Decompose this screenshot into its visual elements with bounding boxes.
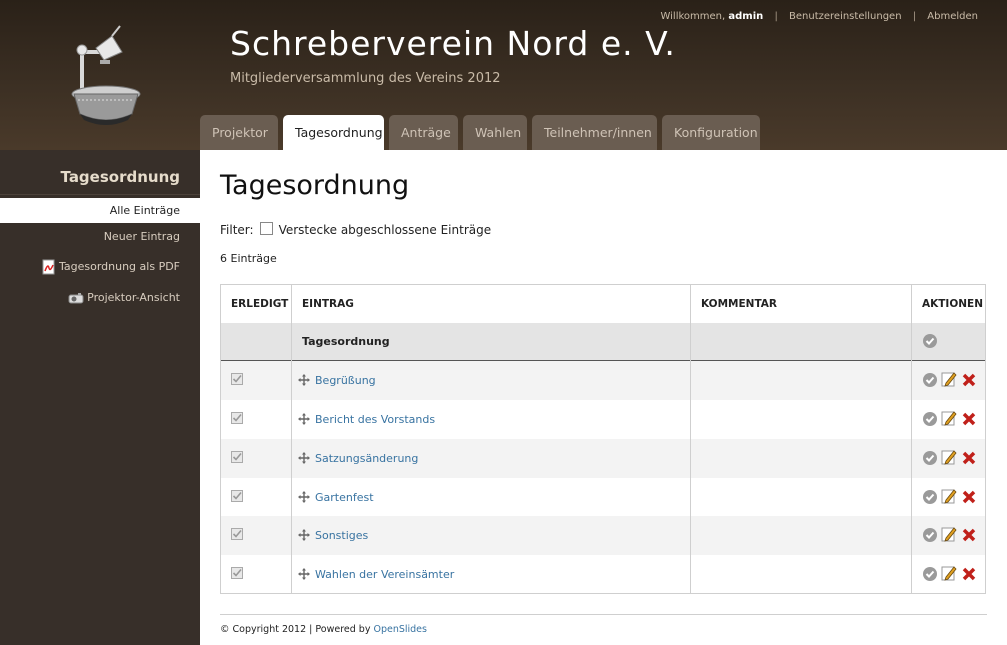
table-row-root: Tagesordnung [221,323,985,361]
entry-link[interactable]: Sonstiges [315,529,368,542]
site-subtitle: Mitgliederversammlung des Vereins 2012 [230,71,501,86]
tab-konfiguration[interactable]: Konfiguration [662,115,760,150]
sidebar-item-neuer-eintrag[interactable]: Neuer Eintrag [0,224,200,249]
tab-antraege[interactable]: Anträge [389,115,458,150]
move-icon[interactable] [298,529,310,541]
separator: | [912,11,917,22]
divider [0,194,200,195]
done-checkbox-icon[interactable] [231,412,243,424]
welcome-text: Willkommen, [660,11,726,22]
sidebar: Tagesordnung Alle Einträge Neuer Eintrag… [0,150,200,645]
close-item-icon[interactable] [922,566,938,582]
delete-icon[interactable] [961,527,977,543]
copyright-text: © Copyright 2012 | Powered by [220,624,371,635]
done-checkbox-icon[interactable] [231,528,243,540]
delete-icon[interactable] [961,372,977,388]
tab-teilnehmer[interactable]: Teilnehmer/innen [532,115,657,150]
edit-icon[interactable] [941,526,957,542]
main-content: Tagesordnung Filter: Verstecke abgeschlos… [200,150,1007,645]
agenda-table: ERLEDIGT EINTRAG KOMMENTAR AKTIONEN Tage… [220,284,986,594]
move-icon[interactable] [298,413,310,425]
projector-icon [68,293,84,304]
sidebar-item-label: Tagesordnung als PDF [58,260,180,273]
edit-icon[interactable] [941,371,957,387]
close-item-icon[interactable] [922,411,938,427]
username: admin [728,11,764,22]
divider [220,614,987,615]
move-icon[interactable] [298,568,310,580]
column-divider [291,285,292,593]
column-divider [690,285,691,593]
filter-label: Filter: [220,223,254,237]
done-checkbox-icon[interactable] [231,490,243,502]
close-item-icon[interactable] [922,372,938,388]
entry-link[interactable]: Begrüßung [315,374,376,387]
entry-link[interactable]: Wahlen der Vereinsämter [315,568,454,581]
table-row: Satzungsänderung [221,439,985,478]
tab-projektor[interactable]: Projektor [200,115,278,150]
done-checkbox-icon[interactable] [231,567,243,579]
move-icon[interactable] [298,452,310,464]
logout-link[interactable]: Abmelden [927,11,978,22]
sidebar-item-label: Neuer Eintrag [103,230,180,243]
tab-wahlen[interactable]: Wahlen [463,115,527,150]
projector-logo-icon [71,25,141,125]
tab-tagesordnung[interactable]: Tagesordnung [283,115,384,150]
sidebar-item-projektor-ansicht[interactable]: Projektor-Ansicht [0,285,200,310]
table-row: Bericht des Vorstands [221,400,985,439]
edit-icon[interactable] [941,565,957,581]
column-header-kommentar: KOMMENTAR [701,298,778,310]
edit-icon[interactable] [941,488,957,504]
close-item-icon[interactable] [922,489,938,505]
user-nav: Willkommen, admin | Benutzereinstellunge… [660,11,978,22]
sidebar-item-pdf[interactable]: Tagesordnung als PDF [0,254,200,279]
done-checkbox-icon[interactable] [231,373,243,385]
column-header-erledigt: ERLEDIGT [231,298,289,310]
column-header-aktionen: AKTIONEN [922,298,984,310]
close-item-icon[interactable] [922,450,938,466]
hide-completed-checkbox[interactable] [259,222,273,235]
separator: | [774,11,778,22]
delete-icon[interactable] [961,489,977,505]
close-item-icon[interactable] [922,333,938,349]
column-divider [911,285,912,593]
done-checkbox-icon[interactable] [231,451,243,463]
sidebar-item-label: Alle Einträge [109,204,180,217]
table-row: Gartenfest [221,478,985,516]
filter-option-label[interactable]: Verstecke abgeschlossene Einträge [279,223,492,237]
delete-icon[interactable] [961,450,977,466]
footer: © Copyright 2012 | Powered by OpenSlides [220,624,427,635]
sidebar-title: Tagesordnung [60,168,180,186]
sidebar-item-alle-eintraege[interactable]: Alle Einträge [0,198,200,223]
entry-link[interactable]: Satzungsänderung [315,452,418,465]
edit-icon[interactable] [941,410,957,426]
entry-link[interactable]: Bericht des Vorstands [315,413,435,426]
sidebar-item-label: Projektor-Ansicht [87,291,180,304]
move-icon[interactable] [298,491,310,503]
move-icon[interactable] [298,374,310,386]
table-row: Wahlen der Vereinsämter [221,555,985,593]
root-entry-title: Tagesordnung [302,335,390,348]
edit-icon[interactable] [941,449,957,465]
delete-icon[interactable] [961,411,977,427]
openslides-link[interactable]: OpenSlides [373,624,427,635]
table-row: Begrüßung [221,361,985,400]
close-item-icon[interactable] [922,527,938,543]
entry-count: 6 Einträge [220,252,277,265]
table-row: Sonstiges [221,516,985,555]
site-title: Schreberverein Nord e. V. [230,24,676,63]
entry-link[interactable]: Gartenfest [315,491,374,504]
column-header-eintrag: EINTRAG [302,298,354,310]
filter-row: Filter: Verstecke abgeschlossene Einträge [220,222,491,237]
page-title: Tagesordnung [220,170,410,201]
user-settings-link[interactable]: Benutzereinstellungen [789,11,902,22]
pdf-icon [42,259,55,275]
delete-icon[interactable] [961,566,977,582]
